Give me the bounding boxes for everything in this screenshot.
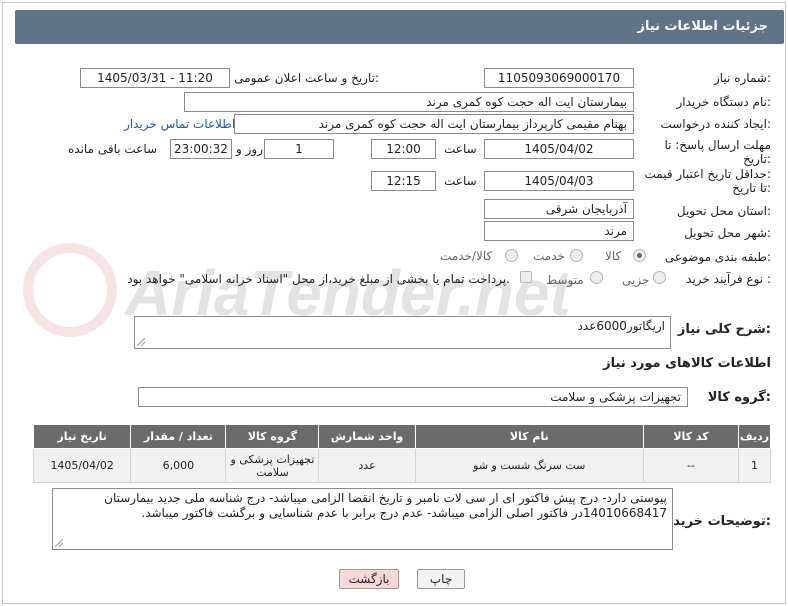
process-label: نوع فرآیند خرید : xyxy=(686,272,771,286)
goods-section-title: اطلاعات کالاهای مورد نیاز xyxy=(603,356,771,371)
buyer-org-label: نام دستگاه خریدار: xyxy=(676,95,772,109)
category-label: طبقه بندی موضوعی: xyxy=(664,250,771,264)
resize-grip-icon[interactable] xyxy=(137,338,145,346)
province-label: استان محل تحویل: xyxy=(676,204,771,218)
cell-group: تجهیزات پزشکی و سلامت xyxy=(225,448,320,483)
print-button[interactable]: چاپ xyxy=(417,569,465,589)
buyer-notes-text: پیوستی دارد- درج پیش فاکتور ای ار سی لات… xyxy=(104,491,667,520)
deadline-time-field: 12:00 xyxy=(371,139,436,159)
category-radio-service[interactable] xyxy=(570,249,583,262)
days-field: 1 xyxy=(264,139,334,159)
price-date-field: 1405/04/03 xyxy=(484,171,634,191)
creator-field: بهنام مقیمی کارپرداز بیمارستان ایت اله ح… xyxy=(234,114,634,134)
process-option-minor: جزیی xyxy=(622,273,650,287)
deadline-date-field: 1405/04/02 xyxy=(484,139,634,159)
treasury-payment-checkbox[interactable] xyxy=(520,271,532,283)
summary-textarea[interactable]: اریگاتور6000عدد xyxy=(134,316,671,349)
deadline-label-2: تاریخ: xyxy=(743,152,771,166)
summary-label: شرح کلی نیاز: xyxy=(677,322,771,337)
column-header-unit: واحد شمارش xyxy=(318,424,416,449)
need-number-label: شماره نیاز: xyxy=(713,71,771,85)
announce-field: 1405/03/31 - 11:20 xyxy=(80,68,230,88)
resize-grip-icon[interactable] xyxy=(55,539,63,547)
process-radio-minor[interactable] xyxy=(653,271,666,284)
goods-table-header: ردیف کد کالا نام کالا واحد شمارش گروه کا… xyxy=(32,424,771,449)
process-option-medium: متوسط xyxy=(546,273,584,287)
column-header-code: کد کالا xyxy=(642,424,740,449)
summary-text: اریگاتور6000عدد xyxy=(577,319,665,333)
column-header-qty: تعداد / مقدار xyxy=(130,424,227,449)
cell-row: 1 xyxy=(738,448,771,483)
category-option-goods: کالا xyxy=(605,249,622,263)
price-validity-label-1: حداقل تاریخ اعتبار قیمت: xyxy=(644,167,771,181)
price-time-label: ساعت xyxy=(444,174,477,188)
category-radio-both[interactable] xyxy=(505,249,518,262)
page-header: جزئیات اطلاعات نیاز xyxy=(15,10,784,44)
process-radio-medium[interactable] xyxy=(590,271,603,284)
category-option-both: کالا/خدمت xyxy=(440,249,493,263)
column-header-name: نام کالا xyxy=(414,424,644,449)
city-field: مرند xyxy=(484,221,634,241)
column-header-date: تاریخ نیاز xyxy=(32,424,132,449)
category-option-service: خدمت xyxy=(533,249,565,263)
category-radio-goods[interactable] xyxy=(633,249,646,262)
remaining-time-field: 23:00:32 xyxy=(170,139,232,159)
remaining-label: ساعت باقی مانده xyxy=(68,142,158,156)
cell-date: 1405/04/02 xyxy=(32,448,132,483)
need-number-field: 1105093069000170 xyxy=(484,68,634,88)
goods-table: ردیف کد کالا نام کالا واحد شمارش گروه کا… xyxy=(32,424,771,483)
treasury-payment-note: پرداخت تمام یا بخشی از مبلغ خرید،از محل … xyxy=(127,272,510,286)
cell-code: -- xyxy=(642,448,740,483)
column-header-group: گروه کالا xyxy=(225,424,320,449)
deadline-time-label: ساعت xyxy=(444,142,477,156)
days-label: روز و xyxy=(236,142,263,156)
cell-qty: 6,000 xyxy=(130,448,227,483)
page-title: جزئیات اطلاعات نیاز xyxy=(637,19,768,34)
goods-group-field: تجهیزات پزشکی و سلامت xyxy=(138,387,688,407)
city-label: شهر محل تحویل: xyxy=(684,226,771,240)
price-validity-label-2: تا تاریخ: xyxy=(732,181,771,195)
buyer-notes-textarea[interactable]: پیوستی دارد- درج پیش فاکتور ای ار سی لات… xyxy=(52,488,673,550)
announce-label: تاریخ و ساعت اعلان عمومی: xyxy=(234,71,379,85)
buyer-org-field: بیمارستان ایت اله حجت کوه کمری مرند xyxy=(184,92,634,112)
table-row: 1 -- ست سرنگ شست و شو عدد تجهیزات پزشکی … xyxy=(32,448,771,483)
province-field: آذربایجان شرقی xyxy=(484,199,634,219)
creator-label: ایجاد کننده درخواست: xyxy=(660,117,771,131)
goods-group-label: گروه کالا: xyxy=(707,390,771,405)
column-header-row: ردیف xyxy=(738,424,771,449)
cell-unit: عدد xyxy=(318,448,416,483)
cell-name: ست سرنگ شست و شو xyxy=(414,448,644,483)
back-button[interactable]: بازگشت xyxy=(339,569,399,589)
deadline-label-1: مهلت ارسال پاسخ: تا xyxy=(664,138,771,152)
price-time-field: 12:15 xyxy=(371,171,436,191)
contact-info-link[interactable]: اطلاعات تماس خریدار xyxy=(124,117,235,131)
buyer-notes-label: توضیحات خریدار: xyxy=(661,514,771,529)
